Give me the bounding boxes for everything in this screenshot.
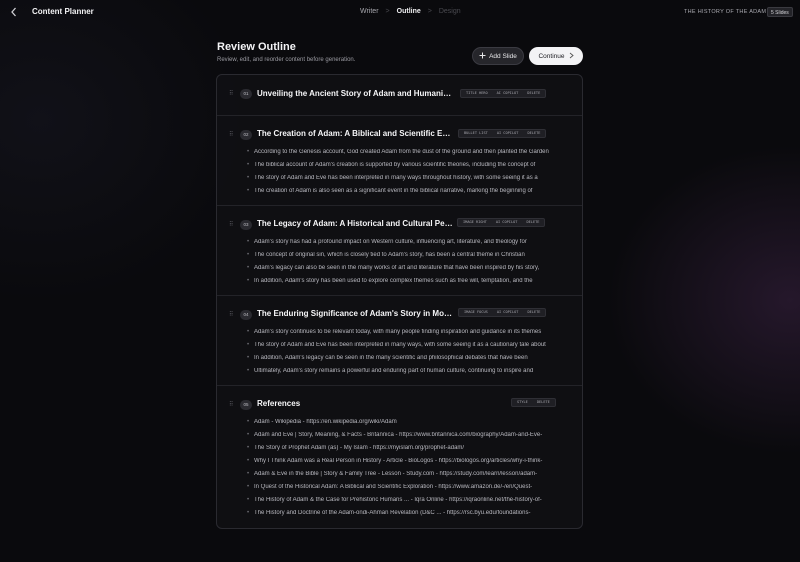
list-item[interactable]: The History and Doctrine of the Adam-ond… [247, 510, 567, 516]
step-separator: > [427, 8, 432, 15]
section-title[interactable]: The Legacy of Adam: A Historical and Cul… [257, 219, 453, 228]
back-arrow-icon[interactable] [9, 6, 19, 18]
delete-button[interactable]: DELETE [533, 399, 554, 406]
list-item[interactable]: The Story of Prophet Adam (as) - My Isla… [247, 445, 567, 451]
section-number: 03 [240, 220, 252, 230]
layout-tag[interactable]: IMAGE FOCUS [460, 309, 492, 316]
step-breadcrumb: Writer > Outline > Design [360, 8, 461, 15]
ai-copilot-button[interactable]: AI COPILOT [493, 90, 523, 97]
list-item[interactable]: The story of Adam and Eve has been inter… [247, 342, 567, 348]
drag-handle-icon[interactable]: ⠿ [229, 222, 235, 228]
delete-button[interactable]: DELETE [522, 219, 543, 226]
chevron-right-icon [569, 52, 574, 61]
section-title[interactable]: The Creation of Adam: A Biblical and Sci… [257, 129, 453, 138]
layout-tag[interactable]: BULLET LIST [460, 130, 492, 137]
list-item[interactable]: In Quest of the Historical Adam: A Bibli… [247, 484, 567, 490]
list-item[interactable]: Adam's legacy can also be seen in the ma… [247, 265, 567, 271]
list-item[interactable]: According to the Genesis account, God cr… [247, 149, 567, 155]
list-item[interactable]: In addition, Adam's legacy can be seen i… [247, 355, 567, 361]
add-slide-label: Add Slide [489, 52, 517, 60]
ai-copilot-button[interactable]: AI COPILOT [493, 130, 523, 137]
outline-section[interactable]: ⠿ 02 The Creation of Adam: A Biblical an… [217, 115, 582, 205]
section-actions: STYLE DELETE [511, 398, 556, 407]
ai-copilot-button[interactable]: AI COPILOT [493, 309, 523, 316]
page-subtitle: Review, edit, and reorder content before… [217, 57, 356, 63]
continue-button[interactable]: Continue [529, 47, 583, 65]
plus-icon [479, 52, 486, 61]
section-title[interactable]: Unveiling the Ancient Story of Adam and … [257, 89, 453, 98]
delete-button[interactable]: DELETE [523, 90, 544, 97]
add-slide-button[interactable]: Add Slide [472, 47, 524, 65]
section-number: 01 [240, 89, 252, 99]
section-actions: IMAGE RIGHT AI COPILOT DELETE [457, 218, 546, 227]
continue-label: Continue [538, 52, 565, 60]
list-item[interactable]: Why I Think Adam was a Real Person in Hi… [247, 458, 567, 464]
section-number: 05 [240, 400, 252, 410]
drag-handle-icon[interactable]: ⠿ [229, 132, 235, 138]
delete-button[interactable]: DELETE [523, 309, 544, 316]
slides-count-badge: 5 Slides [767, 7, 793, 17]
list-item[interactable]: Ultimately, Adam's story remains a power… [247, 368, 567, 374]
step-outline[interactable]: Outline [397, 8, 421, 15]
list-item[interactable]: The biblical account of Adam's creation … [247, 162, 567, 168]
layout-tag[interactable]: TITLE HERO [462, 90, 492, 97]
list-item[interactable]: The History of Adam & the Case for Prehi… [247, 497, 567, 503]
section-actions: TITLE HERO AI COPILOT DELETE [460, 89, 547, 98]
outline-section[interactable]: ⠿ 04 The Enduring Significance of Adam's… [217, 295, 582, 385]
step-design[interactable]: Design [439, 8, 461, 15]
section-title[interactable]: The Enduring Significance of Adam's Stor… [257, 309, 453, 318]
drag-handle-icon[interactable]: ⠿ [229, 312, 235, 318]
list-item[interactable]: Adam's story continues to be relevant to… [247, 329, 567, 335]
layout-tag[interactable]: IMAGE RIGHT [459, 219, 491, 226]
list-item[interactable]: Adam's story has had a profound impact o… [247, 239, 567, 245]
page-title: Review Outline [217, 41, 296, 53]
outline-section[interactable]: ⠿ 01 Unveiling the Ancient Story of Adam… [217, 75, 582, 115]
top-bar: Content Planner Writer > Outline > Desig… [0, 0, 800, 25]
outline-list: ⠿ 01 Unveiling the Ancient Story of Adam… [216, 74, 583, 529]
list-item[interactable]: The creation of Adam is also seen as a s… [247, 188, 567, 194]
list-item[interactable]: The concept of original sin, which is cl… [247, 252, 567, 258]
delete-button[interactable]: DELETE [523, 130, 544, 137]
list-item[interactable]: Adam and Eve | Story, Meaning, & Facts -… [247, 432, 567, 438]
list-item[interactable]: In addition, Adam's story has been used … [247, 278, 567, 284]
list-item[interactable]: Adam - Wikipedia - https://en.wikipedia.… [247, 419, 567, 425]
section-number: 02 [240, 130, 252, 140]
ai-copilot-button[interactable]: AI COPILOT [492, 219, 522, 226]
app-title: Content Planner [32, 7, 94, 16]
drag-handle-icon[interactable]: ⠿ [229, 402, 235, 408]
list-item[interactable]: Adam & Eve in the Bible | Story & Family… [247, 471, 567, 477]
section-title[interactable]: References [257, 399, 453, 408]
outline-section[interactable]: ⠿ 03 The Legacy of Adam: A Historical an… [217, 205, 582, 295]
section-actions: IMAGE FOCUS AI COPILOT DELETE [458, 308, 547, 317]
section-actions: BULLET LIST AI COPILOT DELETE [458, 129, 547, 138]
step-writer[interactable]: Writer [360, 8, 379, 15]
outline-section[interactable]: ⠿ 05 References STYLE DELETE Adam - Wiki… [217, 385, 582, 528]
style-tag[interactable]: STYLE [513, 399, 532, 406]
section-number: 04 [240, 310, 252, 320]
drag-handle-icon[interactable]: ⠿ [229, 91, 235, 97]
step-separator: > [385, 8, 390, 15]
list-item[interactable]: The story of Adam and Eve has been inter… [247, 175, 567, 181]
document-title: THE HISTORY OF THE ADAM [684, 9, 767, 15]
